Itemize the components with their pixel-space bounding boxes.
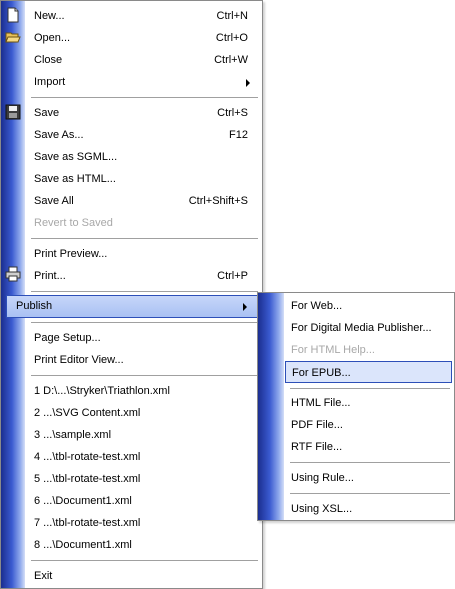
submenu-item-label: Using XSL... [291,503,353,515]
menu-item-save[interactable]: Save Ctrl+S [25,102,262,124]
menu-separator [290,462,450,463]
menu-item-label: Close [34,54,63,66]
menu-item-label: Import [34,76,66,88]
menu-item-label: Save [34,107,60,119]
menu-item-new[interactable]: New... Ctrl+N [25,5,262,27]
menu-item-save-all[interactable]: Save All Ctrl+Shift+S [25,190,262,212]
menu-item-label: Open... [34,32,71,44]
recent-file-item[interactable]: 5 ...\tbl-rotate-test.xml [25,468,262,490]
menu-item-shortcut: Ctrl+S [217,107,248,119]
recent-file-label: 2 ...\SVG Content.xml [34,407,141,419]
submenu-arrow-icon [246,79,250,87]
menu-item-open[interactable]: Open... Ctrl+O [25,27,262,49]
menu-separator [31,97,258,98]
menu-separator [290,388,450,389]
submenu-item-for-html-help: For HTML Help... [284,339,454,361]
submenu-item-using-rule[interactable]: Using Rule... [284,467,454,489]
recent-file-label: 4 ...\tbl-rotate-test.xml [34,451,141,463]
submenu-item-label: HTML File... [291,397,351,409]
submenu-item-label: Using Rule... [291,472,354,484]
menu-item-shortcut: Ctrl+P [217,270,248,282]
menu-item-revert-to-saved: Revert to Saved [25,212,262,234]
menu-item-label: Save As... [34,129,84,141]
menu-item-shortcut: Ctrl+W [214,54,248,66]
recent-file-item[interactable]: 1 D:\...\Stryker\Triathlon.xml [25,380,262,402]
menu-item-label: Save as HTML... [34,173,116,185]
menu-separator [31,322,258,323]
menu-item-close[interactable]: Close Ctrl+W [25,49,262,71]
recent-file-label: 8 ...\Document1.xml [34,539,132,551]
menu-item-import[interactable]: Import [25,71,262,93]
menu-item-print-editor-view[interactable]: Print Editor View... [25,349,262,371]
publish-submenu-items: For Web... For Digital Media Publisher..… [284,293,454,520]
submenu-item-label: For HTML Help... [291,344,375,356]
menu-item-label: Revert to Saved [34,217,113,229]
menu-item-publish[interactable]: Publish [6,295,260,318]
menu-item-exit[interactable]: Exit [25,565,262,587]
submenu-item-label: RTF File... [291,441,343,453]
submenu-item-for-epub[interactable]: For EPUB... [285,361,452,383]
menu-item-save-as-html[interactable]: Save as HTML... [25,168,262,190]
submenu-item-label: For EPUB... [292,367,351,379]
recent-file-label: 6 ...\Document1.xml [34,495,132,507]
menu-separator [31,238,258,239]
menu-separator [31,291,258,292]
floppy-disk-icon [5,104,21,120]
submenu-item-label: For Web... [291,300,343,312]
submenu-item-for-web[interactable]: For Web... [284,295,454,317]
submenu-item-using-xsl[interactable]: Using XSL... [284,498,454,520]
menu-item-save-as-sgml[interactable]: Save as SGML... [25,146,262,168]
menu-item-label: New... [34,10,65,22]
menu-separator [31,375,258,376]
menu-item-save-as[interactable]: Save As... F12 [25,124,262,146]
recent-file-item[interactable]: 8 ...\Document1.xml [25,534,262,556]
new-document-icon [7,7,19,23]
recent-file-item[interactable]: 6 ...\Document1.xml [25,490,262,512]
menu-item-print[interactable]: Print... Ctrl+P [25,265,262,287]
menu-item-page-setup[interactable]: Page Setup... [25,327,262,349]
submenu-item-for-digital-media-publisher[interactable]: For Digital Media Publisher... [284,317,454,339]
menu-item-label: Print Preview... [34,248,108,260]
menu-item-label: Print... [34,270,66,282]
menu-item-print-preview[interactable]: Print Preview... [25,243,262,265]
menu-item-shortcut: Ctrl+O [215,32,248,44]
submenu-item-html-file[interactable]: HTML File... [284,392,454,414]
menu-separator [31,560,258,561]
submenu-item-rtf-file[interactable]: RTF File... [284,436,454,458]
menu-item-label: Exit [34,570,53,582]
menu-item-shortcut: Ctrl+Shift+S [188,195,248,207]
submenu-item-label: For Digital Media Publisher... [291,322,432,334]
recent-file-label: 7 ...\tbl-rotate-test.xml [34,517,141,529]
submenu-gradient-strip [258,293,284,520]
menu-item-label: Page Setup... [34,332,101,344]
menu-item-shortcut: Ctrl+N [216,10,248,22]
recent-file-item[interactable]: 7 ...\tbl-rotate-test.xml [25,512,262,534]
file-menu-items: New... Ctrl+N Open... Ctrl+O Close Ctrl+… [6,1,262,588]
submenu-item-label: PDF File... [291,419,343,431]
file-menu: New... Ctrl+N Open... Ctrl+O Close Ctrl+… [0,0,263,589]
recent-file-label: 5 ...\tbl-rotate-test.xml [34,473,141,485]
printer-icon [5,266,21,282]
recent-file-item[interactable]: 2 ...\SVG Content.xml [25,402,262,424]
recent-file-label: 3 ...\sample.xml [34,429,112,441]
menu-item-label: Print Editor View... [34,354,124,366]
publish-submenu: For Web... For Digital Media Publisher..… [257,292,455,521]
menu-separator [290,493,450,494]
recent-file-label: 1 D:\...\Stryker\Triathlon.xml [34,385,170,397]
menu-item-shortcut: F12 [229,129,248,141]
recent-file-item[interactable]: 3 ...\sample.xml [25,424,262,446]
submenu-arrow-icon [243,303,247,311]
menu-item-label: Save as SGML... [34,151,118,163]
open-folder-icon [5,32,21,43]
menu-item-label: Publish [16,300,53,312]
submenu-item-pdf-file[interactable]: PDF File... [284,414,454,436]
menu-item-label: Save All [34,195,74,207]
recent-file-item[interactable]: 4 ...\tbl-rotate-test.xml [25,446,262,468]
